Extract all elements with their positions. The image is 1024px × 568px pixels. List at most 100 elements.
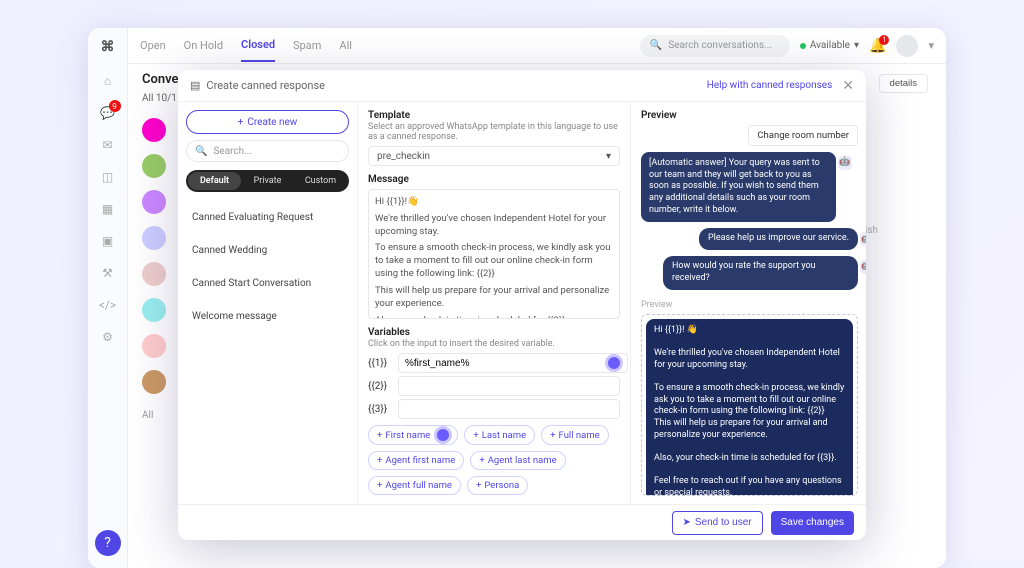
chip-agent-first-name[interactable]: +Agent first name bbox=[368, 451, 464, 470]
segment-private[interactable]: Private bbox=[241, 172, 294, 190]
help-link[interactable]: Help with canned responses bbox=[707, 80, 833, 91]
chip-label: First name bbox=[385, 430, 430, 441]
gear-icon[interactable]: ⚙ bbox=[99, 328, 117, 346]
avatar bbox=[142, 118, 166, 142]
avatar bbox=[142, 154, 166, 178]
chip-label: Last name bbox=[482, 430, 526, 441]
chip-persona[interactable]: +Persona bbox=[467, 476, 528, 495]
code-icon[interactable]: </> bbox=[99, 296, 117, 314]
pulse-indicator-icon bbox=[437, 429, 449, 441]
tab-open[interactable]: Open bbox=[140, 30, 166, 61]
avatar bbox=[142, 226, 166, 250]
chat-icon[interactable]: 💬9 bbox=[99, 104, 117, 122]
send-to-user-button[interactable]: ➤ Send to user bbox=[672, 511, 763, 535]
tab-all[interactable]: All bbox=[339, 30, 352, 61]
search-conversations-placeholder: Search conversations... bbox=[668, 40, 772, 51]
chip-agent-last-name[interactable]: +Agent last name bbox=[470, 451, 565, 470]
canned-item[interactable]: Canned Wedding bbox=[186, 237, 349, 264]
variables-desc: Click on the input to insert the desired… bbox=[368, 339, 620, 349]
chart-icon[interactable]: ◫ bbox=[99, 168, 117, 186]
chip-label: Agent first name bbox=[385, 455, 455, 466]
details-button[interactable]: details bbox=[879, 74, 928, 93]
modal-header: ▤ Create canned response Help with canne… bbox=[178, 70, 866, 102]
modal-title: Create canned response bbox=[206, 79, 325, 92]
topbar: Open On Hold Closed Spam All 🔍 Search co… bbox=[128, 28, 946, 64]
close-icon[interactable]: ✕ bbox=[842, 78, 854, 94]
bubble-line: Also, your check-in time is scheduled fo… bbox=[654, 453, 845, 465]
chip-label: Agent full name bbox=[385, 480, 452, 491]
msg-line: This will help us prepare for your arriv… bbox=[375, 285, 613, 311]
chevron-down-icon: ▾ bbox=[854, 40, 859, 51]
tab-closed[interactable]: Closed bbox=[241, 29, 275, 62]
template-desc: Select an approved WhatsApp template in … bbox=[368, 122, 620, 142]
chat-badge: 9 bbox=[109, 100, 121, 112]
search-icon: 🔍 bbox=[650, 40, 662, 51]
search-conversations-input[interactable]: 🔍 Search conversations... bbox=[640, 35, 790, 57]
search-icon: 🔍 bbox=[195, 146, 207, 157]
template-icon: ▤ bbox=[190, 79, 200, 92]
variable-chips: +First name +Last name +Full name +Agent… bbox=[368, 425, 620, 495]
chip-full-name[interactable]: +Full name bbox=[541, 425, 609, 445]
chip-first-name[interactable]: +First name bbox=[368, 425, 458, 445]
segment-default[interactable]: Default bbox=[188, 172, 241, 190]
filter-all-count[interactable]: All 10/1 bbox=[142, 93, 177, 104]
status-pill[interactable]: Available ▾ bbox=[800, 40, 859, 51]
message-icon[interactable]: ✉ bbox=[99, 136, 117, 154]
book-icon[interactable]: ▣ bbox=[99, 232, 117, 250]
canned-item[interactable]: Welcome message bbox=[186, 303, 349, 330]
chip-last-name[interactable]: + Last name bbox=[464, 425, 535, 445]
chevron-down-icon: ▾ bbox=[606, 151, 611, 162]
template-select[interactable]: pre_checkin ▾ bbox=[368, 146, 620, 166]
plus-icon: + bbox=[473, 430, 478, 441]
avatar bbox=[142, 334, 166, 358]
preview-label: Preview bbox=[641, 110, 858, 121]
chip-agent-full-name[interactable]: +Agent full name bbox=[368, 476, 461, 495]
bubble-text: Please help us improve our service. bbox=[708, 233, 849, 243]
template-value: pre_checkin bbox=[377, 151, 430, 162]
notif-badge: 1 bbox=[879, 35, 889, 45]
avatar bbox=[142, 370, 166, 394]
save-changes-button[interactable]: Save changes bbox=[771, 511, 854, 535]
tool-icon[interactable]: ⚒ bbox=[99, 264, 117, 282]
segment-custom[interactable]: Custom bbox=[294, 172, 347, 190]
msg-line: Hi {{1}}!👋 bbox=[375, 196, 613, 209]
help-icon[interactable]: ? bbox=[95, 530, 121, 556]
status-dot-icon bbox=[800, 43, 806, 49]
canned-item[interactable]: Canned Start Conversation bbox=[186, 270, 349, 297]
avatar bbox=[142, 262, 166, 286]
plus-icon: + bbox=[476, 480, 481, 491]
plus-icon: + bbox=[377, 480, 382, 491]
modal-center-panel: Template Select an approved WhatsApp tem… bbox=[358, 102, 631, 504]
robot-icon: 🤖 bbox=[838, 156, 852, 170]
template-label: Template bbox=[368, 110, 620, 121]
chat-bubble-auto: [Automatic answer] Your query was sent t… bbox=[641, 152, 836, 222]
home-icon[interactable]: ⌂ bbox=[99, 72, 117, 90]
chat-bubble-user: How would you rate the support you recei… bbox=[663, 256, 858, 289]
search-canned-placeholder: Search... bbox=[213, 146, 252, 157]
var2-input[interactable] bbox=[398, 376, 620, 396]
message-label: Message bbox=[368, 174, 620, 185]
nav-rail: ⌘ ⌂ 💬9 ✉ ◫ ▦ ▣ ⚒ </> ⚙ ? bbox=[88, 28, 128, 568]
bubble-line: Feel free to reach out if you have any q… bbox=[654, 476, 845, 496]
tab-on-hold[interactable]: On Hold bbox=[184, 30, 223, 61]
message-textarea[interactable]: Hi {{1}}!👋 We're thrilled you've chosen … bbox=[368, 189, 620, 319]
search-canned-input[interactable]: 🔍 Search... bbox=[186, 140, 349, 162]
create-new-button[interactable]: + Create new bbox=[186, 110, 349, 134]
var1-input[interactable] bbox=[398, 353, 628, 373]
grid-icon[interactable]: ▦ bbox=[99, 200, 117, 218]
canned-item[interactable]: Canned Evaluating Request bbox=[186, 204, 349, 231]
var3-input[interactable] bbox=[398, 399, 620, 419]
send-label: Send to user bbox=[695, 517, 752, 528]
chip-label: Full name bbox=[559, 430, 600, 441]
msg-line: Also, your check-in time is scheduled fo… bbox=[375, 315, 613, 320]
canned-response-modal: ▤ Create canned response Help with canne… bbox=[178, 70, 866, 540]
bell-icon[interactable]: 🔔1 bbox=[869, 38, 886, 54]
bubble-text: How would you rate the support you recei… bbox=[672, 261, 816, 283]
avatar[interactable] bbox=[896, 35, 918, 57]
tab-spam[interactable]: Spam bbox=[293, 30, 321, 61]
chip-label: Persona bbox=[484, 480, 519, 491]
plus-icon: + bbox=[377, 430, 382, 441]
chevron-down-icon[interactable]: ▾ bbox=[928, 39, 934, 52]
var1-label: {{1}} bbox=[368, 358, 392, 369]
change-room-button[interactable]: Change room number bbox=[748, 125, 858, 146]
